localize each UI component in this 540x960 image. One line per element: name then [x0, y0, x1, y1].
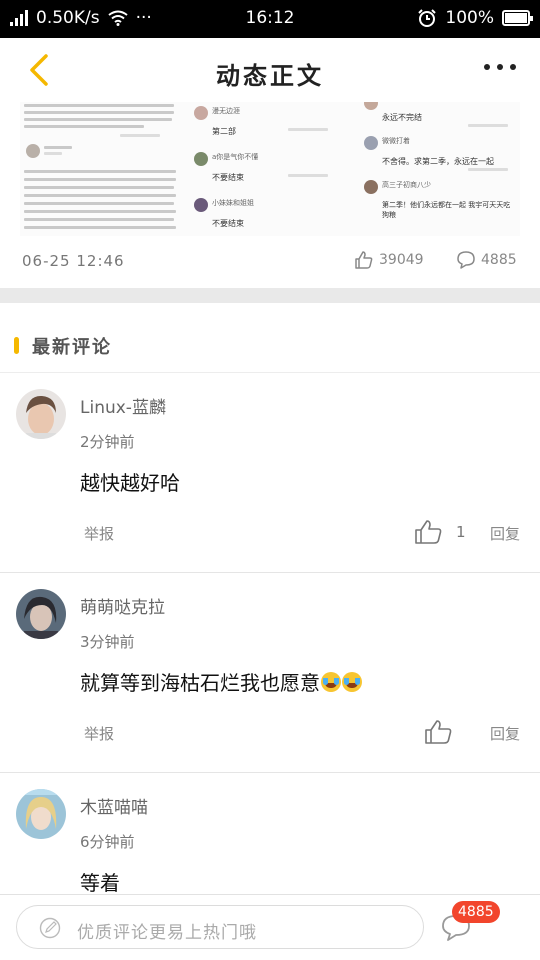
reply-button[interactable]: 回复 — [490, 523, 520, 544]
nav-bar: 动态正文 — [0, 38, 540, 102]
comment-time: 3分钟前 — [80, 633, 135, 651]
thumbs-up-icon[interactable] — [414, 519, 444, 545]
tears-of-joy-emoji-icon — [321, 672, 341, 692]
section-divider — [0, 288, 540, 303]
bottom-comment-bar: 优质评论更易上热门哦 4885 — [0, 894, 540, 960]
page-title: 动态正文 — [216, 62, 324, 90]
tears-of-joy-emoji-icon — [342, 672, 362, 692]
status-bar: 0.50K/s ··· 16:12 100% — [0, 0, 540, 38]
comment-author[interactable]: 萌萌哒克拉 — [80, 593, 165, 618]
comment-text-row: 就算等到海枯石烂我也愿意 — [80, 667, 362, 696]
thumbs-up-icon[interactable] — [424, 719, 454, 745]
post-image-comments-3: 永远不完结 微微打着 不舍得。求第二季，永远在一起 高三子初商八少 第二季！他们… — [358, 102, 520, 236]
comment-item: 木蓝喵喵 6分钟前 等着 — [0, 773, 540, 895]
avatar[interactable] — [16, 789, 66, 839]
comment-item: Linux-蓝麟 2分钟前 越快越好哈 举报 1 回复 — [0, 373, 540, 573]
post-like-count: 39049 — [379, 252, 424, 268]
comment-author[interactable]: Linux-蓝麟 — [80, 393, 166, 418]
post-meta: 06-25 12:46 39049 4885 — [0, 240, 540, 286]
post-like-button[interactable]: 39049 — [354, 250, 424, 270]
thumbs-up-icon — [355, 251, 373, 269]
comment-like-count: 1 — [456, 523, 466, 541]
avatar[interactable] — [16, 389, 66, 439]
post-comment-count: 4885 — [481, 252, 517, 268]
more-dots-icon[interactable] — [484, 64, 516, 70]
battery-percent: 100% — [445, 8, 494, 28]
edit-pencil-icon — [39, 917, 61, 939]
alarm-icon — [418, 9, 437, 27]
battery-icon — [502, 10, 533, 26]
section-accent-bar — [14, 337, 19, 354]
report-button[interactable]: 举报 — [84, 523, 114, 544]
comment-text: 越快越好哈 — [80, 471, 180, 495]
comment-time: 2分钟前 — [80, 433, 135, 451]
post-comment-button[interactable]: 4885 — [456, 250, 517, 270]
section-title: 最新评论 — [32, 337, 112, 358]
latest-comments-header: 最新评论 — [0, 303, 540, 373]
comment-time: 6分钟前 — [80, 833, 135, 851]
comment-author[interactable]: 木蓝喵喵 — [80, 793, 148, 818]
status-right: 100% — [417, 8, 533, 28]
comment-text: 等着 — [80, 871, 120, 895]
post-image[interactable]: 漫无边涯 第二部 a你是气你不懂 不要结束 小妹妹和姐姐 不要结束 永远不完结 … — [20, 102, 520, 236]
post-image-comments-2: 漫无边涯 第二部 a你是气你不懂 不要结束 小妹妹和姐姐 不要结束 — [188, 102, 348, 236]
comment-count-badge[interactable]: 4885 — [452, 901, 500, 923]
reply-button[interactable]: 回复 — [490, 723, 520, 744]
comment-bubble-icon — [457, 251, 475, 269]
comment-input-placeholder: 优质评论更易上热门哦 — [77, 923, 257, 943]
comment-text: 就算等到海枯石烂我也愿意 — [80, 671, 320, 695]
comment-input[interactable]: 优质评论更易上热门哦 — [16, 905, 424, 949]
avatar[interactable] — [16, 589, 66, 639]
comment-item: 萌萌哒克拉 3分钟前 就算等到海枯石烂我也愿意 举报 回复 — [0, 573, 540, 773]
report-button[interactable]: 举报 — [84, 723, 114, 744]
post-image-article — [20, 102, 180, 236]
post-date: 06-25 12:46 — [22, 252, 125, 270]
